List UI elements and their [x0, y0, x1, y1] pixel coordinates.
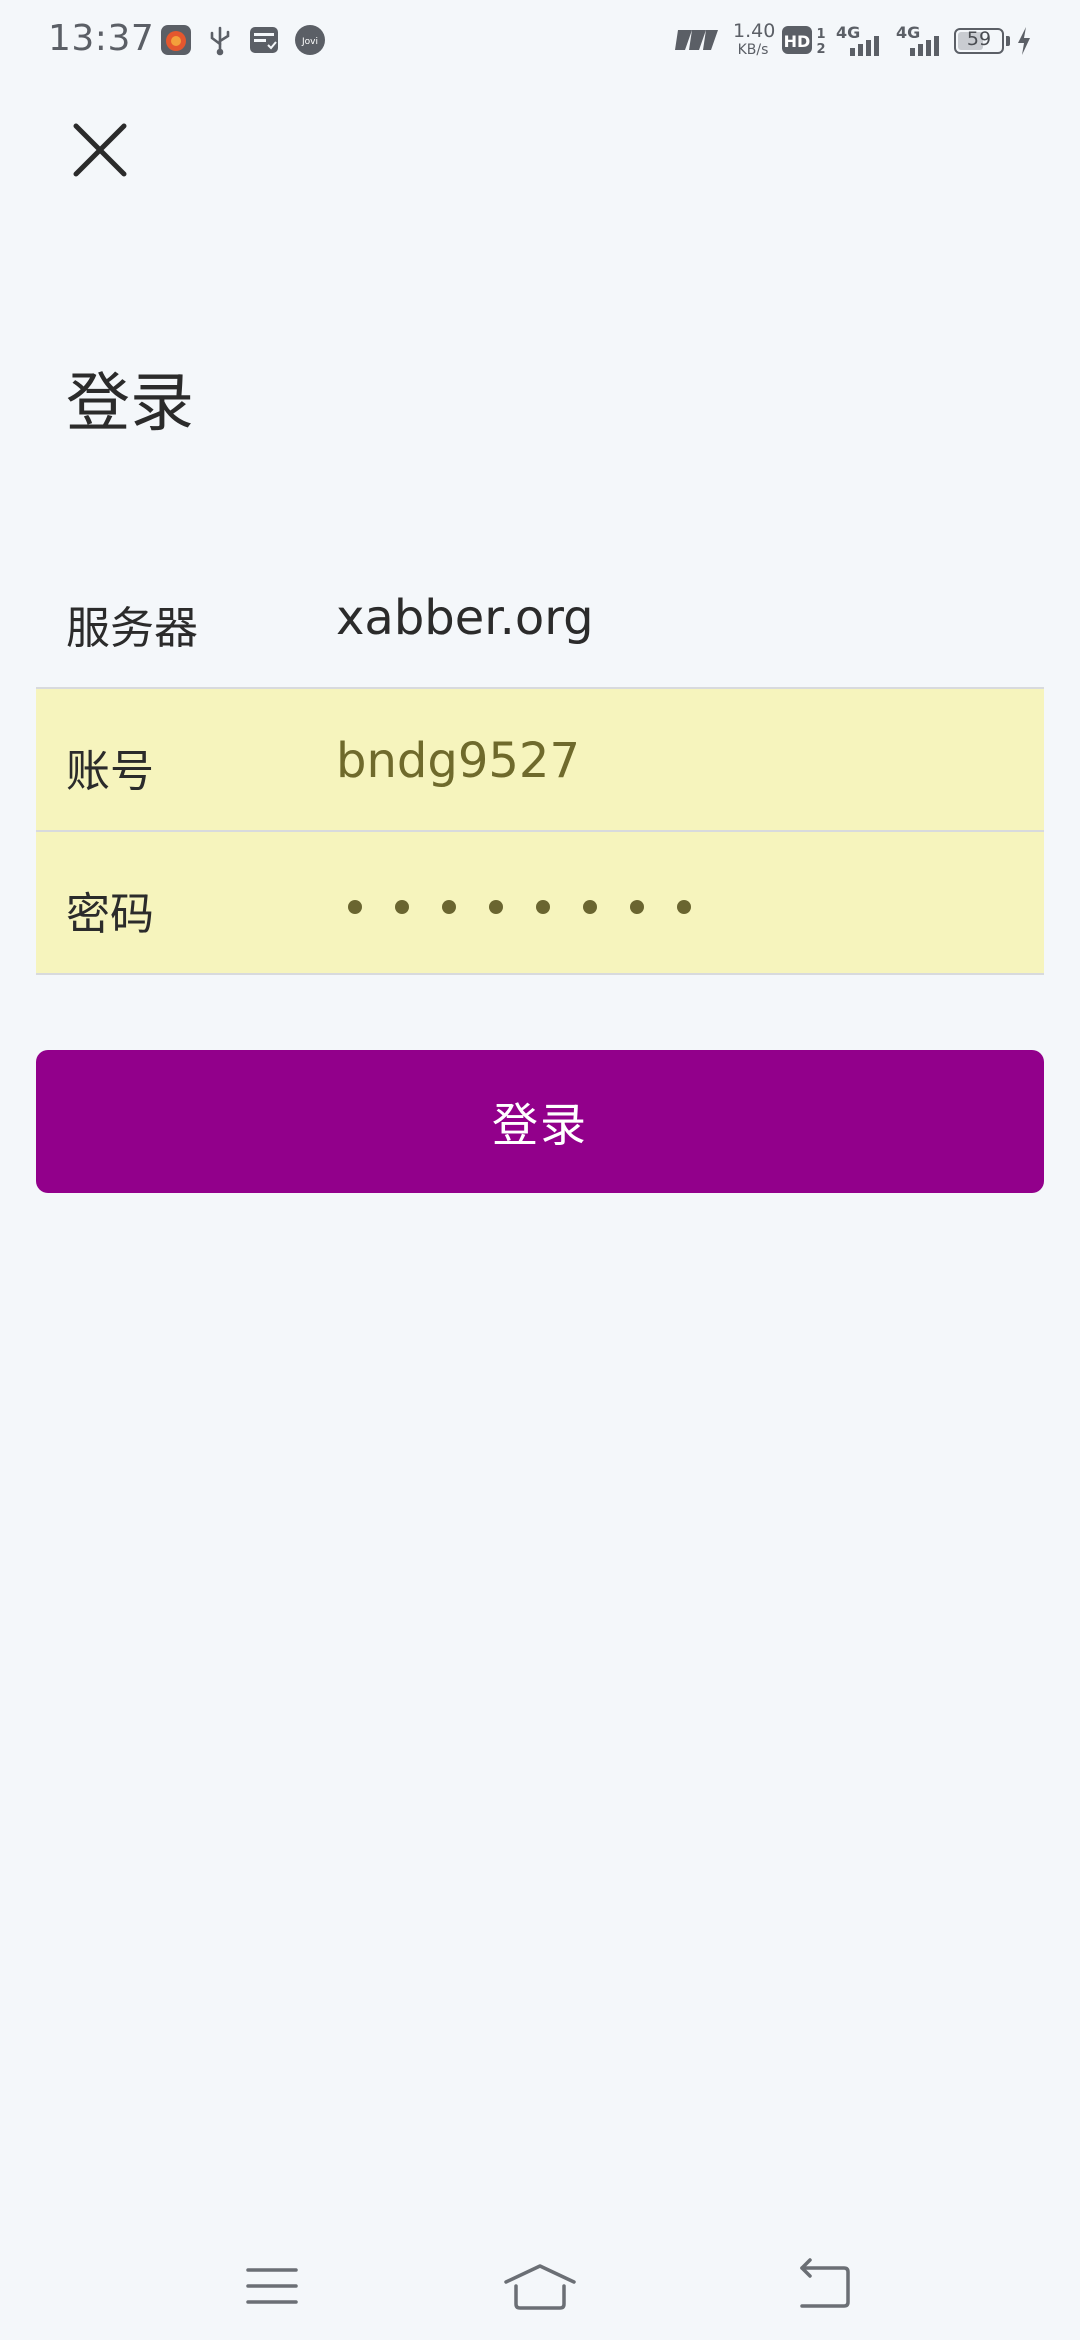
svg-text:1: 1 [816, 27, 825, 42]
app-notification-icon [160, 24, 192, 56]
net-speed: 1.40 KB/s [733, 20, 776, 58]
navigation-bar [0, 2230, 1080, 2340]
password-dot [583, 900, 597, 914]
password-dot [677, 900, 691, 914]
menu-icon [246, 2268, 298, 2304]
menu-button[interactable] [232, 2246, 312, 2326]
signal-icon: 4G [896, 22, 946, 62]
password-field[interactable]: 密码 [36, 832, 1044, 975]
svg-text:Jovi: Jovi [301, 37, 318, 47]
signal-icon: 4G [836, 22, 886, 62]
battery-icon: 59 [954, 28, 1004, 54]
svg-text:4G: 4G [896, 23, 920, 42]
back-button[interactable] [784, 2246, 864, 2326]
home-icon [504, 2264, 576, 2310]
password-dot [395, 900, 409, 914]
password-dot [442, 900, 456, 914]
page-title: 登录 [66, 367, 194, 441]
svg-text:4G: 4G [836, 23, 860, 42]
password-dot [536, 900, 550, 914]
account-field[interactable]: 账号 bndg9527 [36, 689, 1044, 832]
password-label: 密码 [66, 889, 154, 940]
password-input[interactable] [348, 880, 724, 914]
account-label: 账号 [66, 746, 154, 797]
svg-text:2: 2 [816, 42, 825, 56]
sim-card-icon [248, 24, 280, 56]
back-icon [800, 2258, 850, 2308]
home-button[interactable] [500, 2246, 580, 2326]
usb-icon [204, 24, 236, 56]
battery-cap [1006, 36, 1010, 46]
password-dot [348, 900, 362, 914]
hd-icon: HD 1 2 [782, 26, 828, 60]
close-button[interactable] [64, 114, 136, 186]
login-form: 服务器 xabber.org 账号 bndg9527 密码 [36, 546, 1044, 975]
server-field[interactable]: 服务器 xabber.org [36, 546, 1044, 689]
svg-text:HD: HD [784, 32, 811, 51]
volte-icon [672, 28, 720, 56]
password-dot [630, 900, 644, 914]
jovi-icon: Jovi [294, 24, 326, 56]
server-label: 服务器 [66, 603, 198, 654]
status-bar: 13:37 Jovi 1.40 KB/s HD 1 2 4G 4G 59 [0, 0, 1080, 84]
server-input[interactable]: xabber.org [336, 590, 594, 646]
password-dot [489, 900, 503, 914]
account-input[interactable]: bndg9527 [336, 733, 580, 789]
close-icon [73, 123, 127, 177]
charging-icon [1016, 26, 1032, 60]
login-button[interactable]: 登录 [36, 1050, 1044, 1193]
status-time: 13:37 [48, 18, 155, 59]
